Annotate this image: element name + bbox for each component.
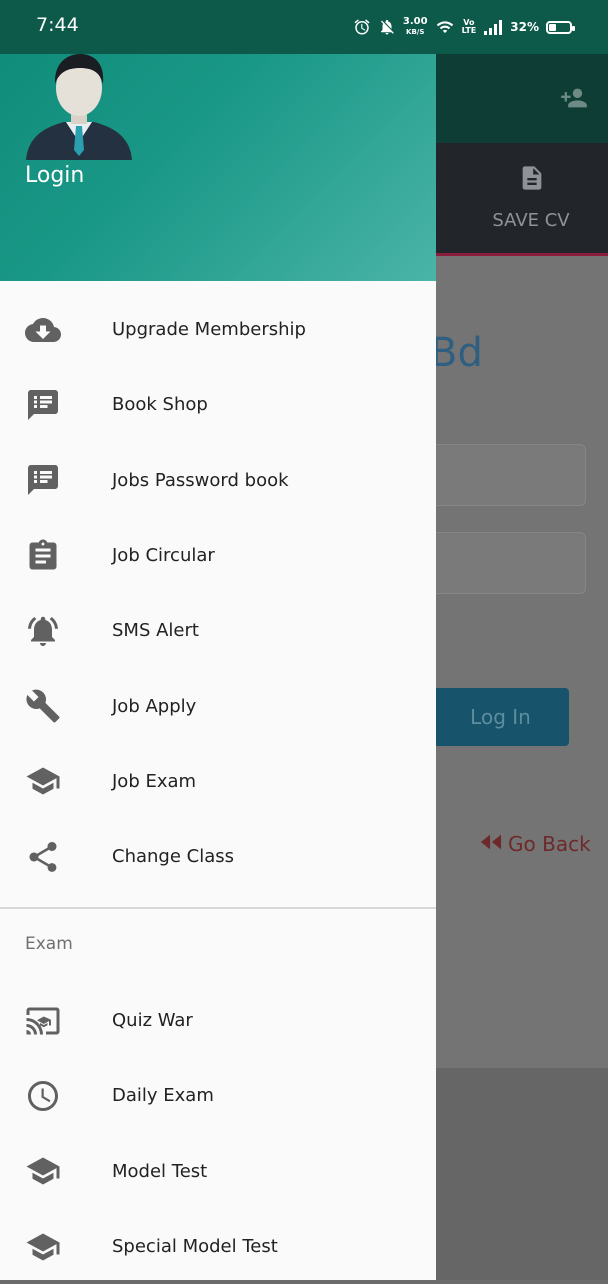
- signal-icon: [484, 20, 503, 35]
- menu-item-change-class[interactable]: Change Class: [0, 819, 436, 894]
- menu-item-job-exam[interactable]: Job Exam: [0, 744, 436, 819]
- header-login-label[interactable]: Login: [25, 163, 84, 188]
- graduation-cap-icon: [24, 1152, 62, 1190]
- add-user-icon[interactable]: [556, 84, 592, 112]
- menu-item-job-apply[interactable]: Job Apply: [0, 668, 436, 743]
- battery-percent: 32%: [510, 20, 539, 34]
- message-list-icon: [24, 461, 62, 499]
- menu-label: Model Test: [112, 1160, 208, 1182]
- menu-item-model-test[interactable]: Model Test: [0, 1134, 436, 1209]
- go-back-link[interactable]: Go Back: [480, 832, 591, 856]
- go-back-label: Go Back: [508, 832, 591, 856]
- avatar[interactable]: [24, 50, 134, 160]
- mute-icon: [380, 19, 394, 35]
- menu-label: Daily Exam: [112, 1085, 214, 1107]
- menu-item-sms-alert[interactable]: SMS Alert: [0, 593, 436, 668]
- clipboard-icon: [24, 537, 62, 575]
- status-icons: 3.00 KB/S Vo LTE 32%: [353, 14, 575, 40]
- status-time: 7:44: [36, 14, 79, 36]
- status-bar: 7:44 3.00 KB/S Vo LTE 32%: [0, 0, 608, 54]
- network-speed: 3.00 KB/S: [402, 16, 428, 37]
- menu-label: Job Exam: [112, 770, 197, 792]
- volte-indicator: Vo LTE: [461, 18, 477, 35]
- menu-label: SMS Alert: [112, 620, 199, 642]
- graduation-cap-icon: [24, 762, 62, 800]
- drawer-main-menu: Upgrade Membership Book Shop Jobs Passwo…: [0, 292, 436, 894]
- menu-item-quiz-war[interactable]: Quiz War: [0, 983, 436, 1058]
- menu-label: Quiz War: [112, 1010, 193, 1032]
- menu-label: Jobs Password book: [112, 469, 289, 491]
- menu-label: Job Apply: [112, 695, 197, 717]
- menu-divider: [0, 907, 436, 909]
- section-title-exam: Exam: [25, 934, 73, 954]
- drawer-exam-menu: Quiz War Daily Exam Model Test Special M…: [0, 983, 436, 1284]
- cast-education-icon: [24, 1002, 62, 1040]
- password-field[interactable]: [420, 532, 586, 594]
- menu-label: Change Class: [112, 846, 234, 868]
- graduation-cap-icon: [24, 1228, 62, 1266]
- menu-label: Upgrade Membership: [112, 319, 306, 341]
- wifi-icon: [436, 21, 453, 33]
- document-icon: [522, 166, 542, 190]
- menu-item-book-shop[interactable]: Book Shop: [0, 367, 436, 442]
- message-list-icon: [24, 386, 62, 424]
- alarm-icon: [354, 19, 370, 35]
- menu-item-upgrade-membership[interactable]: Upgrade Membership: [0, 292, 436, 367]
- login-button[interactable]: Log In: [420, 688, 569, 746]
- menu-item-daily-exam[interactable]: Daily Exam: [0, 1058, 436, 1133]
- menu-item-job-circular[interactable]: Job Circular: [0, 518, 436, 593]
- rewind-icon: [480, 832, 502, 856]
- battery-icon: [546, 20, 575, 34]
- clock-icon: [24, 1077, 62, 1115]
- menu-label: Book Shop: [112, 394, 208, 416]
- bell-ring-icon: [24, 612, 62, 650]
- username-field[interactable]: [420, 444, 586, 506]
- navigation-drawer: Login Upgrade Membership Book Shop Jobs …: [0, 0, 436, 1280]
- wrench-icon: [24, 687, 62, 725]
- menu-item-special-model-test[interactable]: Special Model Test: [0, 1209, 436, 1284]
- menu-label: Special Model Test: [112, 1236, 278, 1258]
- tab-save-cv[interactable]: SAVE CV: [478, 210, 584, 231]
- battery-fill: [549, 23, 557, 31]
- share-icon: [24, 838, 62, 876]
- cloud-download-icon: [24, 311, 62, 349]
- brand-title: Bd: [430, 330, 483, 376]
- menu-label: Job Circular: [112, 545, 215, 567]
- menu-item-jobs-password-book[interactable]: Jobs Password book: [0, 443, 436, 518]
